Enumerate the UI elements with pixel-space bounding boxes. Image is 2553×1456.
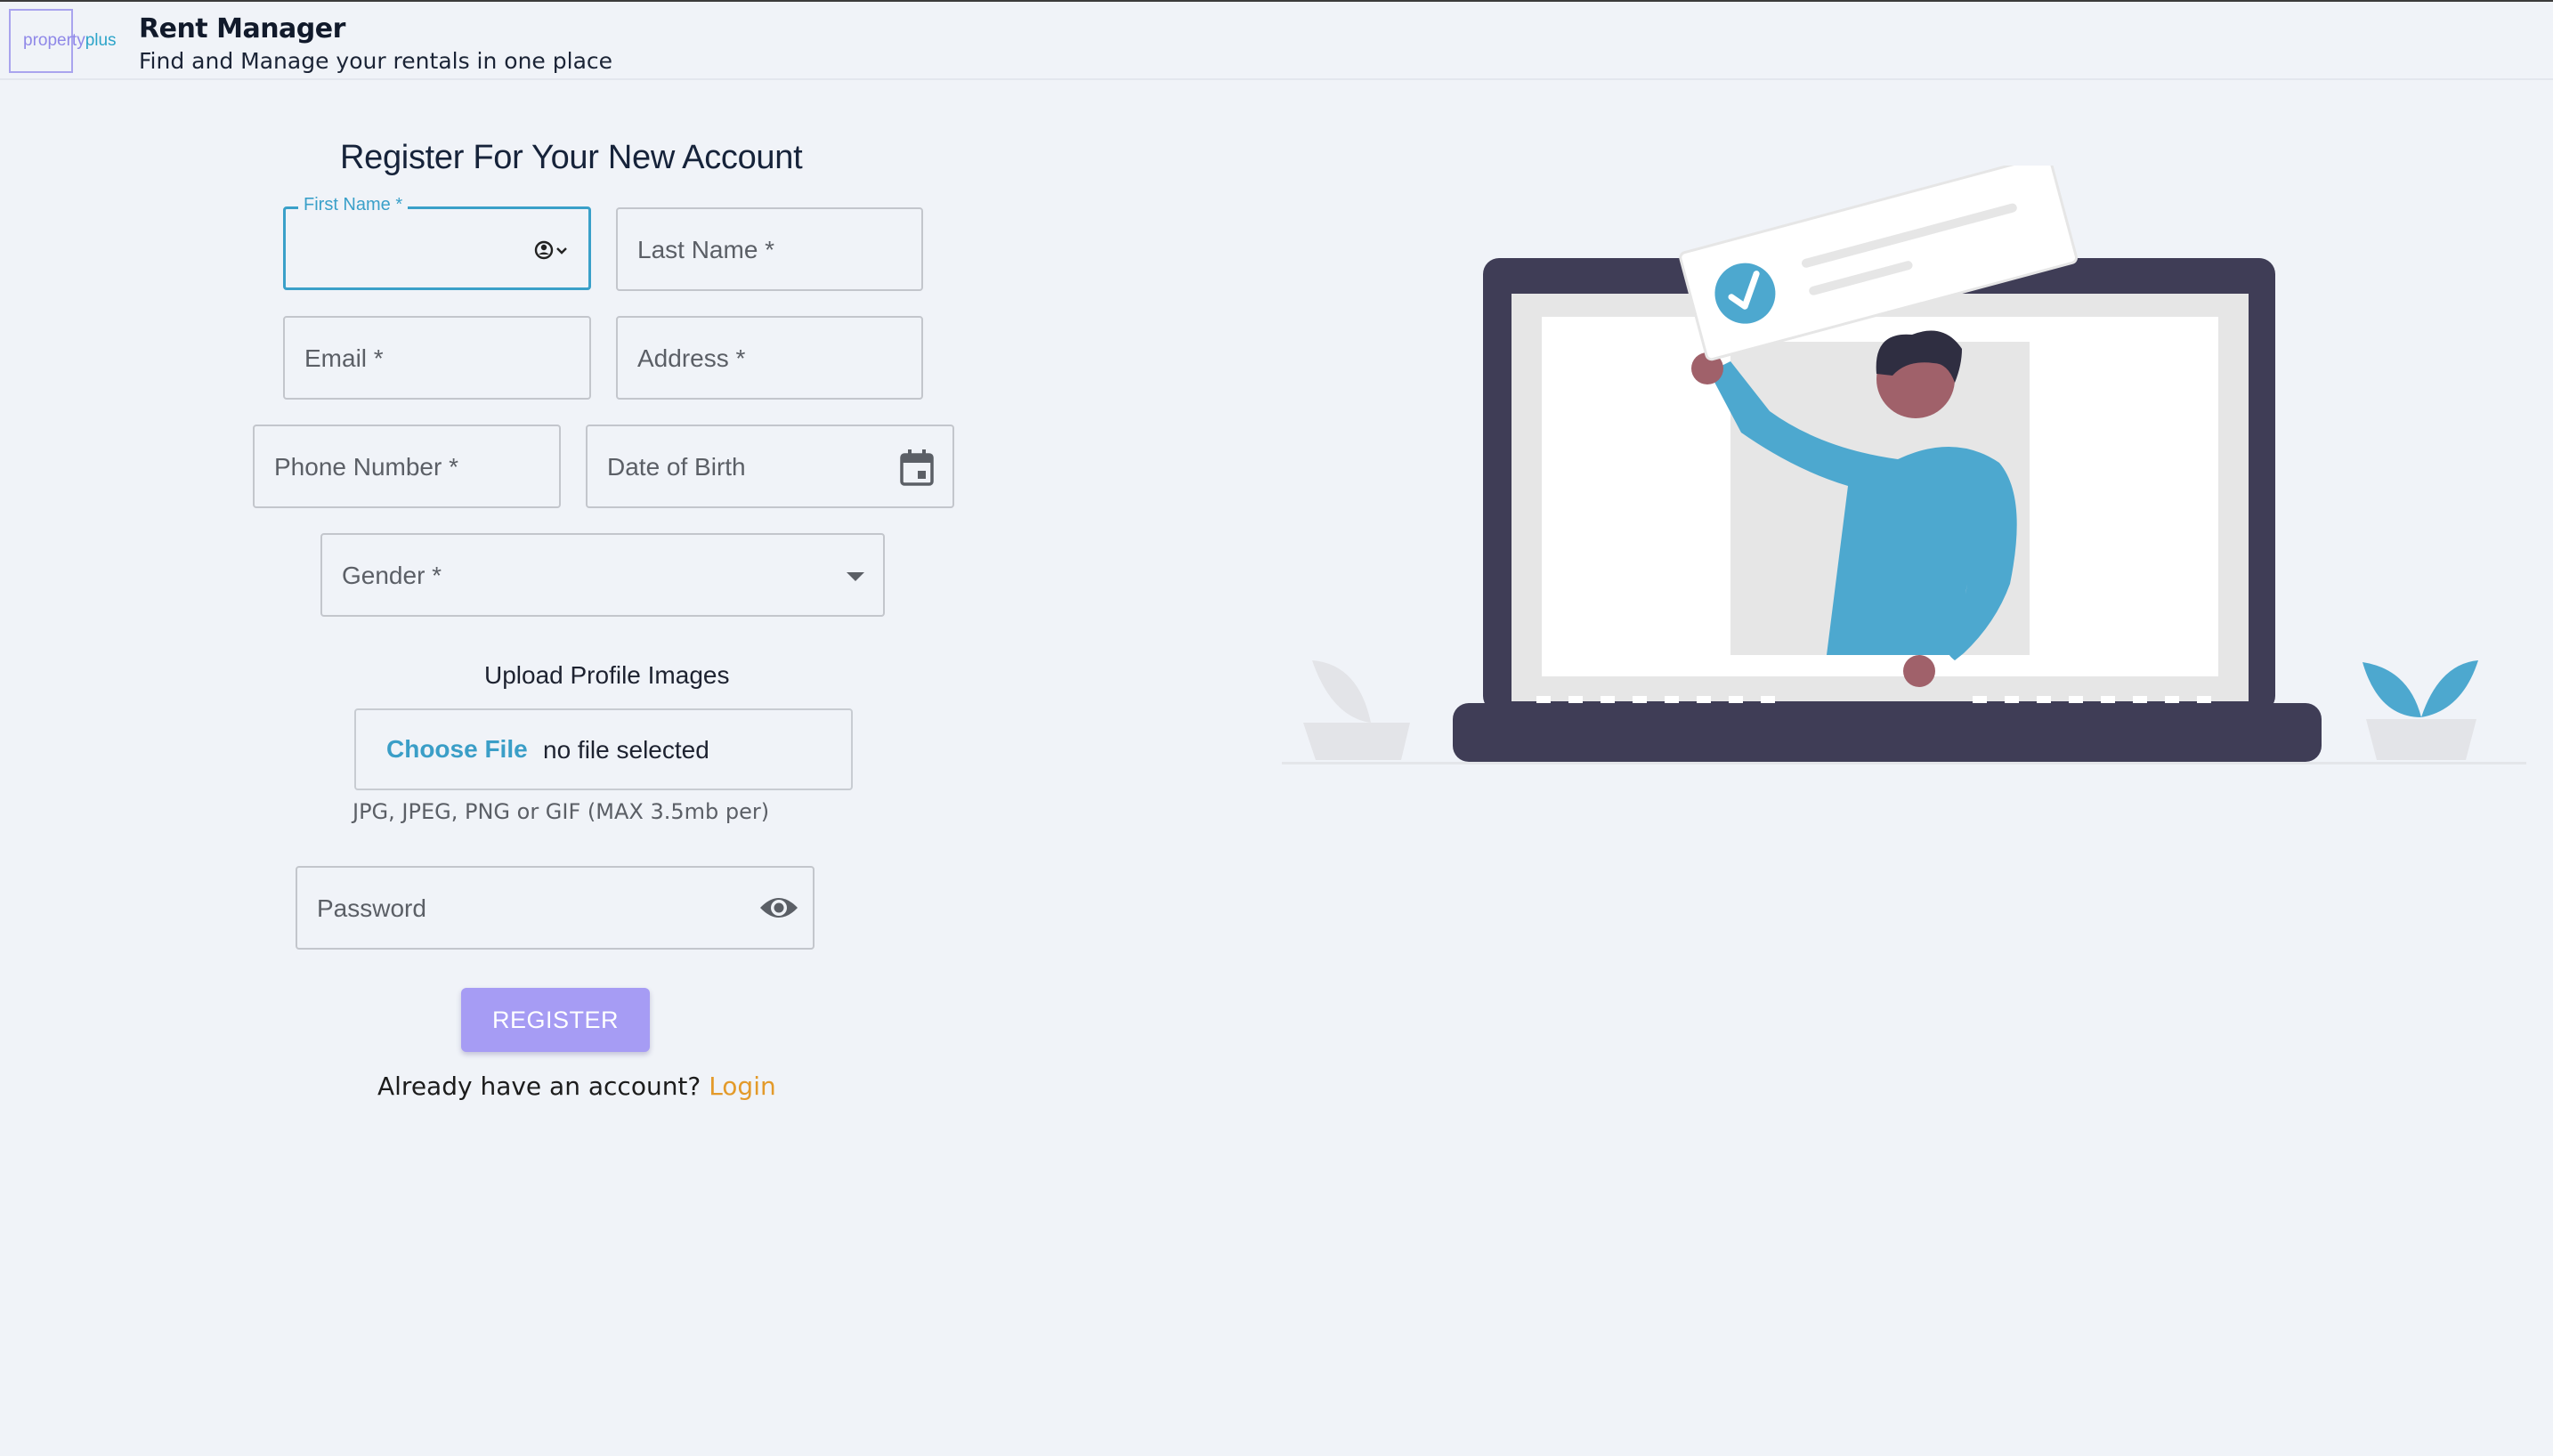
logo[interactable]: propertyplus — [23, 31, 117, 51]
app-title: Rent Manager — [139, 13, 345, 44]
last-name-label: Last Name * — [637, 236, 775, 263]
app-subtitle: Find and Manage your rentals in one plac… — [139, 48, 613, 74]
date-of-birth-label: Date of Birth — [607, 453, 746, 481]
gender-select[interactable]: Gender * — [320, 533, 885, 617]
app-header: propertyplus Rent Manager Find and Manag… — [0, 2, 2553, 80]
logo-text-accent: plus — [85, 31, 117, 50]
eye-icon[interactable] — [758, 893, 799, 927]
left-plant-decoration — [1303, 660, 1410, 760]
register-button[interactable]: REGISTER — [461, 988, 650, 1052]
email-field[interactable]: Email * — [283, 316, 591, 400]
email-label: Email * — [304, 344, 384, 372]
file-status: no file selected — [543, 736, 709, 764]
registration-illustration — [1282, 166, 2526, 764]
login-link[interactable]: Login — [709, 1072, 776, 1101]
date-of-birth-field[interactable]: Date of Birth — [586, 425, 954, 508]
phone-number-field[interactable]: Phone Number * — [253, 425, 561, 508]
phone-number-label: Phone Number * — [274, 453, 459, 481]
file-input[interactable]: Choose File no file selected — [354, 708, 853, 790]
login-prompt: Already have an account? Login — [377, 1072, 776, 1101]
gender-label: Gender * — [342, 562, 442, 589]
right-plant-decoration — [2363, 660, 2478, 760]
address-field[interactable]: Address * — [616, 316, 923, 400]
choose-file-button[interactable]: Choose File — [386, 735, 528, 764]
address-label: Address * — [637, 344, 746, 372]
password-label: Password — [317, 894, 426, 922]
calendar-icon[interactable] — [899, 449, 935, 491]
login-prompt-text: Already have an account? — [377, 1072, 701, 1101]
logo-text-main: property — [23, 31, 85, 50]
last-name-field[interactable]: Last Name * — [616, 207, 923, 291]
contact-autofill-icon[interactable] — [533, 238, 571, 267]
dropdown-arrow-icon[interactable] — [846, 570, 865, 586]
password-field[interactable]: Password — [296, 866, 815, 950]
upload-title: Upload Profile Images — [484, 661, 730, 689]
first-name-field[interactable]: First Name * — [283, 195, 591, 290]
ground-line — [1282, 762, 2526, 764]
form-title: Register For Your New Account — [340, 139, 803, 176]
file-hint: JPG, JPEG, PNG or GIF (MAX 3.5mb per) — [353, 799, 770, 824]
